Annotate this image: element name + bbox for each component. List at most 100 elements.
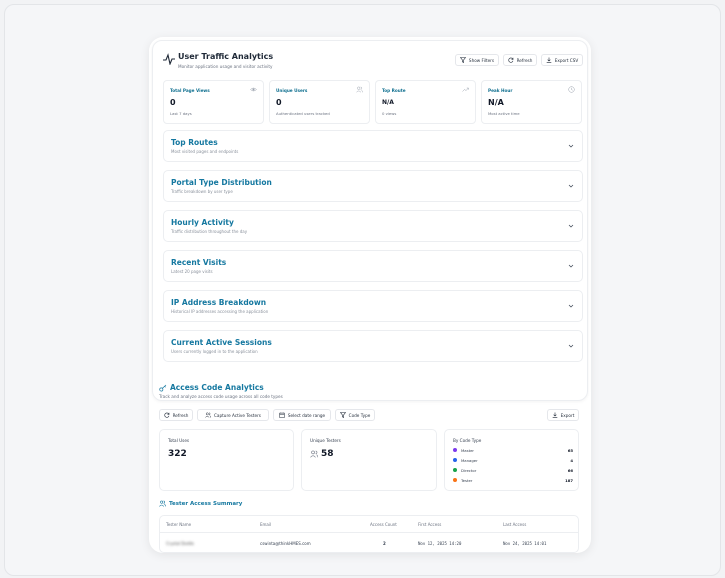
table-row[interactable]: Crystal Dodds cswinta@thinkHMES.com 2 No… — [160, 532, 578, 552]
accordion-subtitle: Traffic distribution throughout the day — [171, 229, 248, 234]
show-filters-label: Show Filters — [468, 57, 495, 63]
accordion-ip-address[interactable]: IP Address Breakdown Historical IP addre… — [163, 290, 583, 322]
chevron-down-icon — [568, 144, 574, 148]
access-refresh-label: Refresh — [172, 412, 189, 418]
last-access: Nov 24, 2025 14:01 — [503, 541, 547, 546]
accordion-title: IP Address Breakdown — [171, 298, 267, 307]
accordion-subtitle: Historical IP addresses accessing the ap… — [171, 309, 269, 314]
accordion-subtitle: Most visited pages and endpoints — [171, 149, 239, 154]
accordion-title: Hourly Activity — [171, 218, 234, 227]
tester-email: cswinta@thinkHMES.com — [260, 541, 311, 546]
code-type-count: 4 — [570, 457, 573, 463]
access-subtitle: Track and analyze access code usage acro… — [159, 394, 283, 399]
traffic-stats: Total Page Views 0 Last 7 days Unique Us… — [163, 80, 583, 124]
stat-label: Unique Users — [276, 88, 308, 93]
code-type-row: Tester 187 — [453, 477, 573, 483]
users-icon — [159, 500, 166, 507]
tester-name: Crystal Dodds — [166, 541, 194, 546]
accordion-title: Top Routes — [171, 138, 218, 147]
stat-value: 0 — [170, 98, 176, 107]
stat-sub: Most active time — [488, 111, 520, 116]
accordion-subtitle: Traffic breakdown by user type — [171, 189, 233, 194]
capture-active-testers-button[interactable]: Capture Active Testers — [197, 409, 269, 421]
refresh-label: Refresh — [516, 57, 533, 63]
refresh-icon — [164, 412, 169, 418]
access-title-text: Access Code Analytics — [170, 383, 264, 392]
column-header: First Access — [418, 522, 442, 527]
stat-top-route: Top Route N/A 0 views — [375, 80, 476, 124]
total-uses-value: 322 — [168, 449, 187, 459]
analytics-card: User Traffic Analytics Monitor applicati… — [149, 37, 591, 553]
filter-icon — [459, 57, 466, 63]
activity-icon — [163, 53, 175, 65]
download-icon — [546, 57, 552, 63]
code-type-count: 66 — [567, 467, 573, 473]
accordion-recent-visits[interactable]: Recent Visits Latest 20 page visits — [163, 250, 583, 282]
chevron-down-icon — [568, 224, 574, 228]
users-icon — [310, 450, 319, 458]
date-range-label: Select date range — [287, 412, 326, 418]
unique-testers-label: Unique Testers — [310, 438, 341, 443]
code-type-name: Director — [461, 467, 477, 473]
traffic-subtitle: Monitor application usage and visitor ac… — [178, 64, 273, 69]
column-header: Tester Name — [166, 522, 192, 527]
accordion-subtitle: Latest 20 page visits — [171, 269, 213, 274]
total-uses-label: Total Uses — [168, 438, 190, 443]
accordion-portal-type[interactable]: Portal Type Distribution Traffic breakdo… — [163, 170, 583, 202]
accordion-top-routes[interactable]: Top Routes Most visited pages and endpoi… — [163, 130, 583, 162]
stat-value: N/A — [488, 98, 504, 107]
accordion-active-sessions[interactable]: Current Active Sessions Users currently … — [163, 330, 583, 362]
first-access: Nov 12, 2025 14:20 — [418, 541, 462, 546]
access-export-button[interactable]: Export — [547, 409, 579, 421]
show-filters-button[interactable]: Show Filters — [455, 54, 499, 66]
tester-summary-title: Tester Access Summary — [159, 500, 242, 507]
unique-testers-card: Unique Testers 58 — [301, 429, 437, 491]
accordion-hourly-activity[interactable]: Hourly Activity Traffic distribution thr… — [163, 210, 583, 242]
refresh-icon — [508, 57, 513, 63]
accordion-subtitle: Users currently logged in to the applica… — [171, 349, 258, 354]
key-icon — [159, 384, 167, 391]
refresh-button[interactable]: Refresh — [503, 54, 537, 66]
code-type-count: 187 — [565, 477, 573, 483]
stat-label: Top Route — [382, 88, 406, 93]
access-title: Access Code Analytics — [159, 383, 264, 392]
stat-sub: Last 7 days — [170, 111, 192, 116]
by-code-type-label: By Code Type — [453, 438, 482, 443]
tester-summary-table: Tester Name Email Access Count First Acc… — [159, 515, 579, 553]
access-export-label: Export — [560, 412, 575, 418]
tester-summary-title-text: Tester Access Summary — [169, 500, 243, 507]
stat-label: Total Page Views — [170, 88, 210, 93]
code-type-filter[interactable]: Code Type — [335, 409, 375, 421]
chevron-down-icon — [568, 184, 574, 188]
code-type-dot — [453, 478, 457, 482]
code-type-row: Manager 4 — [453, 457, 573, 463]
filter-icon — [339, 412, 346, 418]
page-frame: User Traffic Analytics Monitor applicati… — [4, 4, 721, 576]
trending-icon — [462, 87, 469, 92]
download-icon — [552, 412, 557, 418]
export-csv-label: Export CSV — [554, 57, 579, 63]
users-icon — [205, 412, 211, 418]
export-csv-button[interactable]: Export CSV — [541, 54, 583, 66]
code-type-name: Tester — [461, 477, 473, 483]
user-traffic-section: User Traffic Analytics Monitor applicati… — [152, 40, 588, 401]
code-type-row: Master 65 — [453, 447, 573, 453]
by-code-type-card: By Code Type Master 65 Manager 4 Directo… — [444, 429, 579, 491]
column-header: Email — [260, 522, 272, 527]
stat-label: Peak Hour — [488, 88, 513, 93]
calendar-icon — [279, 412, 285, 418]
stat-sub: 0 views — [382, 111, 397, 116]
stat-unique-users: Unique Users 0 Authenticated users track… — [269, 80, 370, 124]
stat-peak-hour: Peak Hour N/A Most active time — [481, 80, 582, 124]
date-range-picker[interactable]: Select date range — [273, 409, 331, 421]
accordion-title: Portal Type Distribution — [171, 178, 272, 187]
access-toolbar: Refresh Capture Active Testers Select da… — [159, 409, 579, 421]
code-type-label: Code Type — [348, 412, 371, 418]
access-count: 2 — [383, 541, 386, 546]
column-header: Access Count — [370, 522, 397, 527]
unique-testers-value: 58 — [321, 449, 334, 459]
access-refresh-button[interactable]: Refresh — [159, 409, 193, 421]
accordion-title: Recent Visits — [171, 258, 227, 267]
code-type-name: Master — [461, 447, 474, 453]
stat-total-page-views: Total Page Views 0 Last 7 days — [163, 80, 264, 124]
